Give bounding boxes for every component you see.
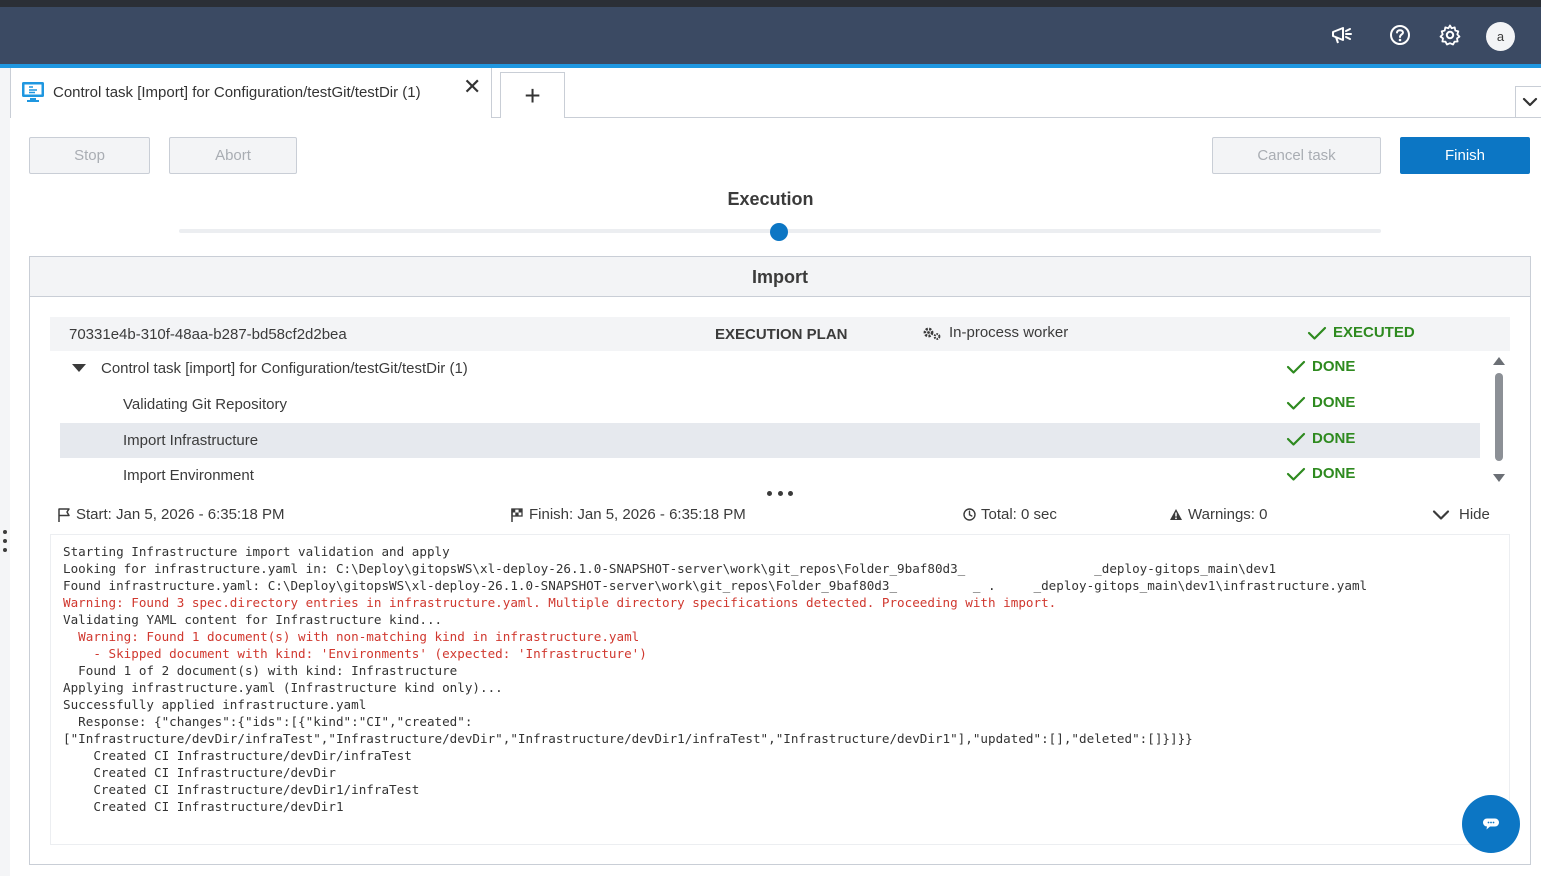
stop-button[interactable]: Stop — [29, 137, 150, 174]
start-time: Start: Jan 5, 2026 - 6:35:18 PM — [57, 506, 284, 523]
step-row[interactable]: Validating Git Repository DONE — [60, 387, 1480, 422]
warning-triangle-icon — [1170, 509, 1182, 520]
worker-label: In-process worker — [949, 324, 1069, 341]
step-label: Control task [import] for Configuration/… — [101, 360, 468, 377]
top-edge-strip — [0, 0, 1541, 7]
log-line: Created CI Infrastructure/devDir1 — [63, 799, 344, 814]
chat-bubble-icon — [1483, 818, 1499, 830]
step-status: DONE — [1286, 394, 1355, 411]
tab-label: Control task [Import] for Configuration/… — [53, 84, 421, 101]
execution-plan-header: 70331e4b-310f-48aa-b287-bd58cf2d2bea EXE… — [50, 317, 1510, 351]
clock-icon — [963, 508, 976, 521]
hide-label: Hide — [1459, 506, 1490, 523]
step-info-bar: Start: Jan 5, 2026 - 6:35:18 PM Finish: … — [50, 497, 1510, 535]
plan-state-label: EXECUTED — [1333, 324, 1415, 341]
log-line: Applying infrastructure.yaml (Infrastruc… — [63, 680, 503, 695]
log-line: Created CI Infrastructure/devDir — [63, 765, 336, 780]
scroll-thumb[interactable] — [1495, 373, 1503, 461]
check-icon — [1286, 396, 1306, 410]
finish-button[interactable]: Finish — [1400, 137, 1530, 174]
log-line: Validating YAML content for Infrastructu… — [63, 612, 443, 627]
task-id: 70331e4b-310f-48aa-b287-bd58cf2d2bea — [69, 326, 347, 343]
chat-support-button[interactable] — [1462, 795, 1520, 853]
import-panel: Import 70331e4b-310f-48aa-b287-bd58cf2d2… — [29, 256, 1531, 865]
gears-icon — [923, 327, 941, 340]
collapse-caret-icon[interactable] — [72, 364, 86, 372]
log-line-warning: - Skipped document with kind: 'Environme… — [63, 646, 647, 661]
step-status-label: DONE — [1312, 394, 1356, 411]
tab-strip: Control task [Import] for Configuration/… — [10, 68, 1541, 118]
plan-state: EXECUTED — [1307, 324, 1415, 341]
step-status: DONE — [1286, 358, 1355, 375]
step-row-selected[interactable]: Import Infrastructure DONE — [60, 423, 1480, 458]
worker-info: In-process worker — [922, 324, 1068, 341]
step-list: Control task [import] for Configuration/… — [60, 351, 1482, 489]
tab-list-dropdown[interactable] — [1515, 86, 1541, 118]
log-line: Created CI Infrastructure/devDir/infraTe… — [63, 748, 412, 763]
flag-icon — [58, 507, 70, 522]
hide-log-toggle[interactable]: Hide — [1432, 506, 1490, 523]
scroll-down-icon[interactable] — [1493, 474, 1505, 482]
log-line: Found 1 of 2 document(s) with kind: Infr… — [63, 663, 458, 678]
step-row[interactable]: Control task [import] for Configuration/… — [60, 351, 1480, 386]
tab-control-task[interactable]: Control task [Import] for Configuration/… — [10, 68, 492, 118]
log-line: Found infrastructure.yaml: C:\Deploy\git… — [63, 578, 1368, 593]
step-status-label: DONE — [1312, 465, 1356, 482]
log-line: ["Infrastructure/devDir/infraTest","Infr… — [63, 731, 1193, 746]
log-line: Response: {"changes":{"ids":[{"kind":"CI… — [63, 714, 473, 729]
step-status: DONE — [1286, 465, 1355, 482]
add-tab-button[interactable]: + — [500, 72, 565, 118]
cancel-task-button[interactable]: Cancel task — [1212, 137, 1381, 174]
top-navigation-bar: a — [0, 7, 1541, 64]
stepper-current-step-title: Execution — [727, 189, 814, 209]
settings-gear-icon[interactable] — [1438, 23, 1462, 47]
warnings-count: Warnings: 0 — [1169, 506, 1267, 523]
step-row[interactable]: Import Environment DONE — [60, 458, 1480, 489]
stepper-current-step-dot[interactable] — [770, 223, 788, 241]
step-label: Validating Git Repository — [123, 396, 287, 413]
log-line-warning: Warning: Found 3 spec.directory entries … — [63, 595, 1057, 610]
log-line: Looking for infrastructure.yaml in: C:\D… — [63, 561, 1277, 576]
log-line-warning: Warning: Found 1 document(s) with non-ma… — [63, 629, 640, 644]
log-line: Created CI Infrastructure/devDir1/infraT… — [63, 782, 420, 797]
check-icon — [1307, 326, 1327, 340]
step-status: DONE — [1286, 430, 1355, 447]
abort-button[interactable]: Abort — [169, 137, 297, 174]
task-log-output: Starting Infrastructure import validatio… — [50, 535, 1510, 845]
finish-time: Finish: Jan 5, 2026 - 6:35:18 PM — [510, 506, 746, 523]
log-line: Successfully applied infrastructure.yaml — [63, 697, 367, 712]
help-icon[interactable] — [1388, 23, 1412, 47]
step-label: Import Infrastructure — [123, 432, 259, 449]
user-avatar[interactable]: a — [1486, 22, 1515, 51]
start-time-label: Start: Jan 5, 2026 - 6:35:18 PM — [76, 506, 285, 523]
execution-plan-label: EXECUTION PLAN — [715, 326, 848, 343]
tab-close-icon[interactable]: ✕ — [463, 76, 481, 98]
check-icon — [1286, 432, 1306, 446]
step-label: Import Environment — [123, 467, 254, 484]
scroll-up-icon[interactable] — [1493, 357, 1505, 365]
checkered-flag-icon — [511, 507, 523, 522]
panel-title: Import — [30, 257, 1530, 297]
sidebar-expand-handle-icon[interactable] — [2, 530, 8, 552]
step-status-label: DONE — [1312, 358, 1356, 375]
chevron-down-icon — [1522, 97, 1538, 107]
chevron-down-icon — [1432, 509, 1450, 520]
monitor-task-icon — [21, 81, 45, 103]
check-icon — [1286, 360, 1306, 374]
finish-time-label: Finish: Jan 5, 2026 - 6:35:18 PM — [529, 506, 746, 523]
step-list-scrollbar[interactable] — [1492, 357, 1506, 485]
megaphone-icon[interactable] — [1330, 23, 1354, 47]
check-icon — [1286, 467, 1306, 481]
step-status-label: DONE — [1312, 430, 1356, 447]
log-line: Starting Infrastructure import validatio… — [63, 544, 450, 559]
warnings-label: Warnings: 0 — [1188, 506, 1268, 523]
resize-splitter-icon[interactable] — [767, 489, 793, 497]
total-time: Total: 0 sec — [963, 506, 1057, 523]
total-time-label: Total: 0 sec — [981, 506, 1057, 523]
